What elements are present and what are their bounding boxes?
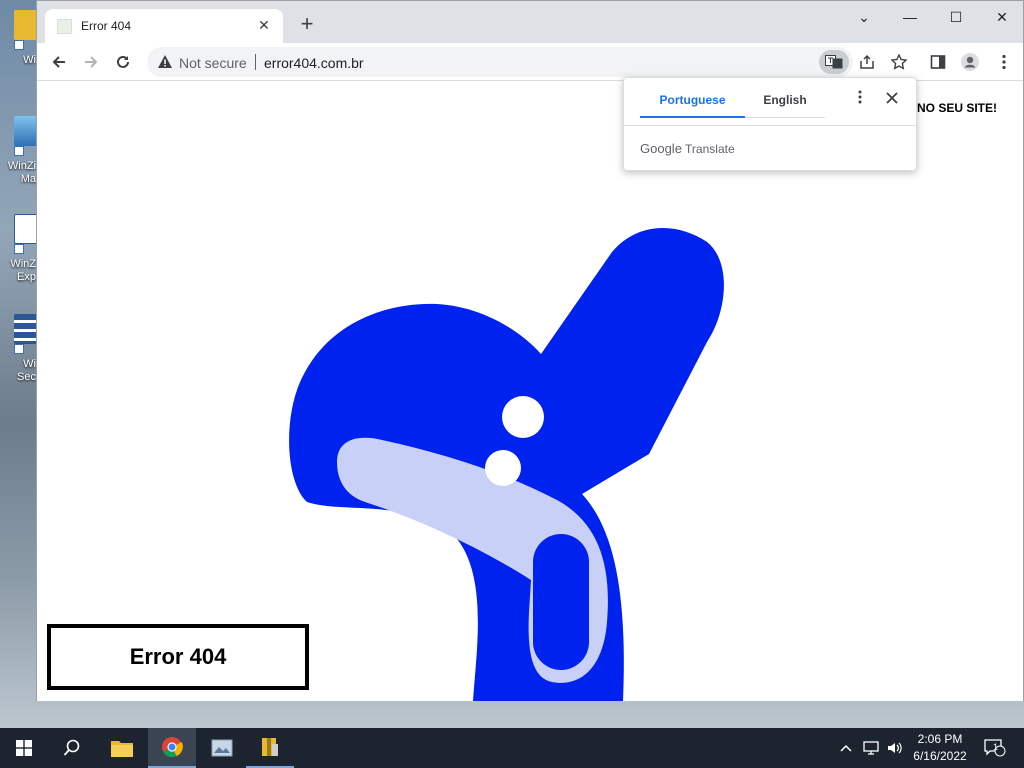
kebab-menu-icon bbox=[858, 90, 862, 104]
share-button[interactable] bbox=[854, 49, 880, 75]
tab-strip: Error 404 ✕ + ⌄ — ☐ ✕ bbox=[37, 1, 1023, 43]
reload-icon bbox=[117, 55, 129, 68]
network-icon bbox=[863, 741, 879, 755]
start-icon bbox=[16, 740, 32, 756]
bookmark-button[interactable] bbox=[886, 49, 912, 75]
illustration-eye-upper bbox=[502, 396, 544, 438]
google-translate-brand: Google Translate bbox=[640, 141, 735, 156]
translate-icon[interactable] bbox=[819, 50, 849, 74]
chevron-up-icon bbox=[840, 744, 852, 752]
close-icon bbox=[886, 92, 898, 104]
error-illustration bbox=[289, 228, 724, 701]
image-app-icon bbox=[14, 116, 36, 146]
clock-date: 6/16/2022 bbox=[913, 749, 967, 763]
warning-icon bbox=[158, 55, 172, 68]
google-brand-text: Google bbox=[640, 141, 682, 156]
archive-icon bbox=[262, 738, 278, 756]
close-window-button[interactable]: ✕ bbox=[979, 5, 1024, 29]
file-explorer-button[interactable] bbox=[98, 728, 146, 768]
shortcut-arrow-icon bbox=[14, 40, 24, 50]
tab-error-404[interactable]: Error 404 ✕ bbox=[45, 9, 283, 43]
side-panel-button[interactable] bbox=[925, 49, 951, 75]
forward-arrow-icon bbox=[85, 56, 98, 68]
side-panel-icon bbox=[930, 55, 946, 69]
share-icon bbox=[860, 54, 874, 69]
translate-tab-english[interactable]: English bbox=[745, 92, 825, 118]
translate-tab-portuguese[interactable]: Portuguese bbox=[640, 92, 745, 118]
address-bar[interactable]: Not secure error404.com.br bbox=[147, 47, 853, 77]
back-button[interactable] bbox=[46, 49, 72, 75]
taskbar-clock[interactable]: 2:06 PM 6/16/2022 bbox=[898, 731, 982, 765]
notification-count: 1 bbox=[993, 742, 999, 752]
image-viewer-button[interactable] bbox=[198, 728, 246, 768]
star-icon bbox=[890, 53, 908, 70]
illustration-eye-lower bbox=[485, 450, 521, 486]
shortcut-arrow-icon bbox=[14, 244, 24, 254]
page-content: NO SEU SITE! Error 404 bbox=[37, 82, 1023, 701]
shortcut-arrow-icon bbox=[14, 344, 24, 354]
favicon-icon bbox=[57, 19, 72, 34]
security-status[interactable]: Not secure bbox=[179, 55, 247, 71]
tab-close-button[interactable]: ✕ bbox=[255, 16, 273, 34]
menu-button[interactable] bbox=[991, 49, 1017, 75]
translate-brand-text: Translate bbox=[685, 142, 735, 156]
folder-archive-icon bbox=[14, 10, 36, 40]
chrome-icon bbox=[162, 737, 183, 758]
minimize-button[interactable]: — bbox=[887, 5, 933, 29]
tab-title: Error 404 bbox=[81, 19, 132, 33]
file-explorer-icon bbox=[111, 741, 133, 757]
error-label-box: Error 404 bbox=[47, 624, 309, 690]
desktop-icon-security[interactable]: Wi Sec bbox=[0, 308, 36, 386]
pdf-icon bbox=[14, 214, 36, 244]
profile-avatar-icon bbox=[961, 53, 979, 71]
clock-time: 2:06 PM bbox=[917, 732, 963, 746]
desktop-icon-label: WinZi Ma bbox=[7, 160, 36, 185]
translate-close-button[interactable] bbox=[882, 90, 902, 110]
browser-window: Error 404 ✕ + ⌄ — ☐ ✕ Not secure error40… bbox=[36, 0, 1024, 701]
search-button[interactable] bbox=[48, 728, 96, 768]
desktop-icon-label: Wi Sec bbox=[17, 358, 36, 383]
back-arrow-icon bbox=[52, 56, 65, 68]
page-headline: NO SEU SITE! bbox=[917, 101, 998, 115]
search-icon bbox=[63, 739, 80, 756]
action-center-button[interactable]: 1 bbox=[980, 728, 1010, 768]
network-button[interactable] bbox=[860, 728, 882, 768]
url-separator bbox=[255, 54, 256, 70]
taskbar: 2:06 PM 6/16/2022 1 bbox=[0, 728, 1024, 768]
translate-options-button[interactable] bbox=[850, 90, 870, 110]
error-label: Error 404 bbox=[129, 644, 227, 669]
reload-button[interactable] bbox=[110, 49, 136, 75]
url-text[interactable]: error404.com.br bbox=[264, 55, 364, 71]
translate-popup: Portuguese English Google Translate bbox=[623, 77, 917, 171]
image-viewer-icon bbox=[211, 739, 233, 757]
forward-button[interactable] bbox=[78, 49, 104, 75]
chrome-taskbar-button[interactable] bbox=[148, 728, 196, 768]
desktop-icon-winzip-pdf[interactable]: WinZ Exp bbox=[0, 208, 36, 286]
shortcut-arrow-icon bbox=[14, 146, 24, 156]
archive-taskbar-button[interactable] bbox=[246, 728, 294, 768]
profile-button[interactable] bbox=[957, 49, 983, 75]
server-icon bbox=[14, 314, 36, 344]
illustration-blue-bar bbox=[533, 534, 589, 670]
kebab-menu-icon bbox=[1002, 54, 1006, 70]
start-button[interactable] bbox=[0, 728, 48, 768]
desktop-icon-winzip-image[interactable]: WinZi Ma bbox=[0, 110, 36, 188]
desktop-icon-label: WinZ Exp bbox=[10, 258, 36, 283]
tab-search-button[interactable]: ⌄ bbox=[841, 5, 887, 29]
desktop-icon-archive[interactable]: Wi bbox=[0, 4, 36, 82]
new-tab-button[interactable]: + bbox=[295, 13, 319, 37]
desktop-icon-label: Wi bbox=[23, 54, 36, 66]
translate-divider bbox=[624, 125, 916, 126]
maximize-button[interactable]: ☐ bbox=[933, 5, 979, 29]
toolbar: Not secure error404.com.br bbox=[37, 43, 1023, 81]
translate-glyph-icon bbox=[825, 55, 843, 69]
show-hidden-icons-button[interactable] bbox=[838, 728, 854, 768]
